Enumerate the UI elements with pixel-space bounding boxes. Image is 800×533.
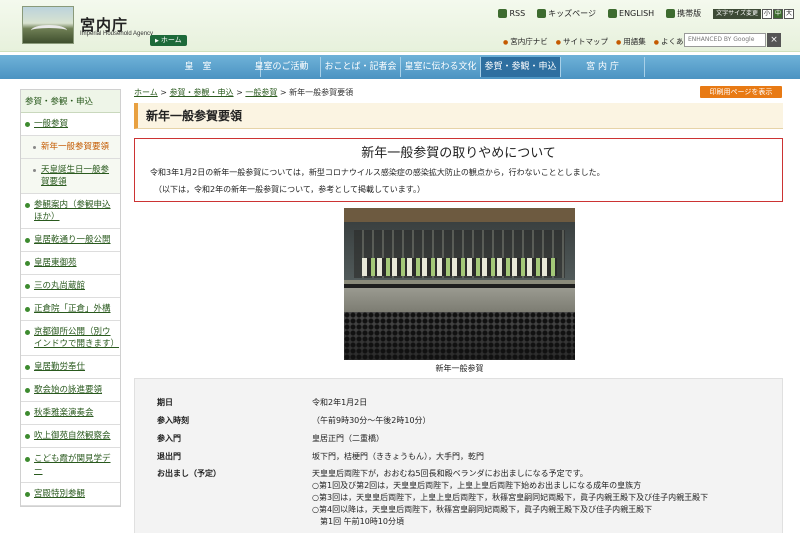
navi-link[interactable]: 宮内庁ナビ <box>503 36 548 47</box>
search-input[interactable]: ENHANCED BY Google <box>684 33 766 47</box>
rss-icon <box>498 9 508 18</box>
site-header: 宮内庁 Imperial Household Agency ホーム RSS キッ… <box>0 0 800 52</box>
info-value: 皇居正門（二重橋） <box>312 434 384 443</box>
notice-note: （以下は，令和2年の新年一般参賀について，参考として掲載しています。） <box>154 185 426 194</box>
sidebar-item-east-garden[interactable]: 皇居東御苑 <box>21 252 120 275</box>
font-size-large-button[interactable]: 大 <box>784 8 794 19</box>
sidebar-item-fukiage[interactable]: 吹上御苑自然観察会 <box>21 425 120 448</box>
info-value: 坂下門，桔梗門（ききょうもん），大手門，乾門 <box>312 452 484 461</box>
info-value: 令和2年1月2日 <box>312 398 368 407</box>
print-button[interactable]: 印刷用ページを表示 <box>700 86 782 98</box>
page-title: 新年一般参賀要領 <box>134 103 783 129</box>
sidebar: 参賀・参観・申込 一般参賀 新年一般参賀要領 天皇誕生日一般参賀要領 参観案内（… <box>20 89 121 507</box>
breadcrumb-visits[interactable]: 参賀・参観・申込 <box>170 88 234 97</box>
breadcrumb: ホーム > 参賀・参観・申込 > 一般参賀 > 新年一般参賀要領 <box>134 88 354 97</box>
english-link[interactable]: ENGLISH <box>608 9 654 18</box>
info-value: 天皇皇后両陛下が，おおむね5回長和殿ベランダにお出ましになる予定です。 ○第1回… <box>312 469 709 526</box>
glossary-link[interactable]: 用語集 <box>616 36 646 47</box>
top-links: RSS キッズページ ENGLISH 携帯版 文字サイズ変更 小 中 大 <box>498 8 794 19</box>
nav-activities[interactable]: 皇室のご活動 <box>243 57 321 77</box>
info-table: 期日 令和2年1月2日 参入時刻 （午前9時30分～午後2時10分） 参入門 皇… <box>134 378 783 533</box>
sidebar-item-new-year[interactable]: 新年一般参賀要領 <box>21 136 120 159</box>
search-button[interactable]: × <box>767 33 781 47</box>
info-key: 参入時刻 <box>157 416 189 425</box>
kids-link[interactable]: キッズページ <box>537 8 596 19</box>
info-key: 参入門 <box>157 434 181 443</box>
sitemap-link[interactable]: サイトマップ <box>556 36 608 47</box>
event-photo <box>344 208 575 360</box>
nav-visits[interactable]: 参賀・参観・申込 <box>481 57 561 77</box>
sidebar-item-utakai[interactable]: 歌会始の詠進要領 <box>21 379 120 402</box>
notice-title: 新年一般参賀の取りやめについて <box>361 146 556 161</box>
photo-caption: 新年一般参賀 <box>435 364 484 373</box>
globe-icon <box>608 9 618 18</box>
nav-agency[interactable]: 宮 内 庁 <box>561 57 645 77</box>
sidebar-item-shosoin[interactable]: 正倉院「正倉」外構 <box>21 298 120 321</box>
sidebar-item-tour[interactable]: 参観案内（参観申込ほか） <box>21 194 120 229</box>
sidebar-item-inui[interactable]: 皇居乾通り一般公開 <box>21 229 120 252</box>
sidebar-item-kids-day[interactable]: こども霞が関見学デー <box>21 448 120 483</box>
rss-link[interactable]: RSS <box>498 9 525 18</box>
kids-icon <box>537 9 547 18</box>
info-value: （午前9時30分～午後2時10分） <box>312 416 431 425</box>
info-key: 期日 <box>157 398 173 407</box>
sidebar-item-general-visit[interactable]: 一般参賀 <box>21 113 120 136</box>
breadcrumb-current: 新年一般参賀要領 <box>289 88 354 97</box>
font-size-medium-button[interactable]: 中 <box>773 8 783 19</box>
info-key: 退出門 <box>157 452 181 461</box>
global-nav: 皇 室 皇室のご活動 おことば・記者会見 皇室に伝わる文化 参賀・参観・申込 宮… <box>0 55 800 92</box>
sidebar-item-volunteer[interactable]: 皇居勤労奉仕 <box>21 356 120 379</box>
home-button[interactable]: ホーム <box>150 35 187 46</box>
sidebar-item-birthday[interactable]: 天皇誕生日一般参賀要領 <box>21 159 120 194</box>
nav-speeches[interactable]: おことば・記者会見 <box>321 57 401 92</box>
info-key: お出まし（予定） <box>157 469 221 478</box>
sidebar-item-palace[interactable]: 宮殿特別参観 <box>21 483 120 506</box>
mobile-link[interactable]: 携帯版 <box>666 8 701 19</box>
sidebar-item-sannomaru[interactable]: 三の丸尚蔵館 <box>21 275 120 298</box>
breadcrumb-general[interactable]: 一般参賀 <box>245 88 277 97</box>
logo-image[interactable] <box>22 6 74 44</box>
mobile-icon <box>666 9 676 18</box>
sub-links: 宮内庁ナビ サイトマップ 用語集 よくある質問 <box>503 36 706 47</box>
sidebar-heading[interactable]: 参賀・参観・申込 <box>21 90 120 113</box>
sidebar-item-kyoto[interactable]: 京都御所公開（別ウインドウで開きます） <box>21 321 120 356</box>
font-size-control: 文字サイズ変更 小 中 大 <box>713 8 794 19</box>
notice-body: 令和3年1月2日の新年一般参賀については，新型コロナウイルス感染症の感染拡大防止… <box>150 168 605 177</box>
site-subtitle: Imperial Household Agency <box>80 31 154 37</box>
notice-box: 新年一般参賀の取りやめについて 令和3年1月2日の新年一般参賀については，新型コ… <box>134 138 783 202</box>
sidebar-item-gagaku[interactable]: 秋季雅楽演奏会 <box>21 402 120 425</box>
font-size-small-button[interactable]: 小 <box>762 8 772 19</box>
font-size-label: 文字サイズ変更 <box>713 8 761 19</box>
breadcrumb-home[interactable]: ホーム <box>134 88 158 97</box>
nav-culture[interactable]: 皇室に伝わる文化 <box>401 57 481 77</box>
